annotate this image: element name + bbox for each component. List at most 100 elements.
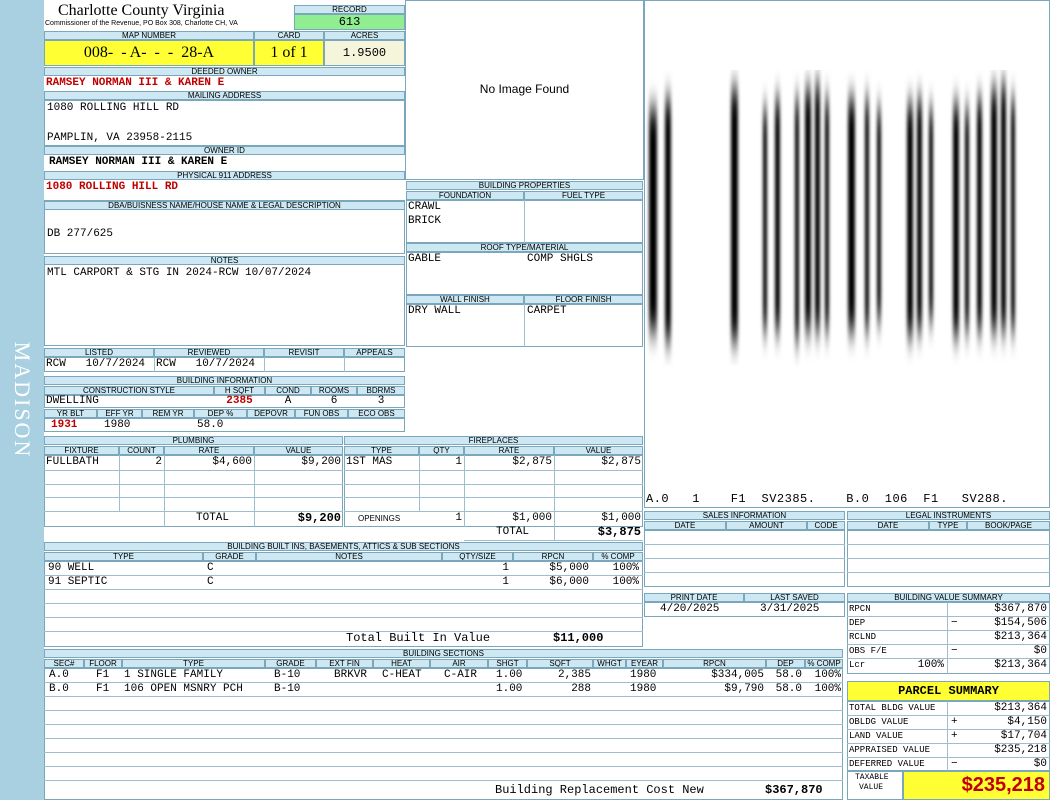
built-in-total: $11,000	[553, 631, 604, 645]
dba-header: DBA/BUISNESS NAME/HOUSE NAME & LEGAL DES…	[44, 201, 405, 210]
roof-material: COMP SHGLS	[527, 253, 594, 265]
section-heat: C-HEAT	[382, 669, 422, 681]
section-comp: 100%	[814, 669, 841, 681]
bvs-obs: $0	[1033, 645, 1047, 657]
parcel-summary-header: PARCEL SUMMARY	[847, 681, 1050, 701]
section-grade: B-10	[274, 669, 301, 681]
taxable-label-2: VALUE	[859, 783, 884, 792]
section-air: C-AIR	[444, 669, 478, 681]
dep-header: DEP %	[194, 409, 247, 418]
effective-year: 1980	[104, 419, 131, 431]
fuel-type-header: FUEL TYPE	[524, 191, 643, 200]
builtin-grade: C	[207, 562, 214, 574]
bvs-lcr-percent: 100%	[917, 659, 944, 671]
section-dep: 58.0	[775, 683, 802, 695]
listed-value: RCW 10/7/2024	[46, 358, 146, 370]
year-row	[44, 418, 405, 432]
mailing-line-1: 1080 ROLLING HILL RD	[47, 102, 180, 114]
legal-book-header: BOOK/PAGE	[967, 521, 1050, 530]
fp-value-header: VALUE	[554, 446, 643, 455]
sales-date-header: DATE	[644, 521, 726, 530]
yrblt-header: YR BLT	[44, 409, 97, 418]
depovr-header: DEPOVR	[247, 409, 295, 418]
section-shgt: 1.00	[496, 683, 523, 695]
deferred-value: $0	[1033, 758, 1047, 770]
deferred-label: DEFERRED VALUE	[849, 759, 925, 769]
reviewed-header: REVIEWED	[154, 348, 264, 357]
sales-code-header: CODE	[807, 521, 845, 530]
plumb-value-header: VALUE	[254, 446, 343, 455]
sales-amount-header: AMOUNT	[726, 521, 807, 530]
remyr-header: REM YR	[142, 409, 194, 418]
acres-header: ACRES	[324, 31, 405, 40]
section-shgt: 1.00	[496, 669, 523, 681]
fixture-header: FIXTURE	[44, 446, 119, 455]
section-rpcn: $334,005	[711, 669, 764, 681]
plumbing-total: $9,200	[297, 511, 341, 525]
whgt-col-header: WHGT	[593, 659, 626, 668]
mailing-address-header: MAILING ADDRESS	[44, 91, 405, 100]
appeals-header: APPEALS	[344, 348, 405, 357]
builtin-type: 90 WELL	[48, 562, 95, 574]
fp-type-header: TYPE	[344, 446, 419, 455]
bi-type-header: TYPE	[44, 552, 203, 561]
fp-qty-header: QTY	[419, 446, 464, 455]
card-header: CARD	[254, 31, 324, 40]
reviewed-value: RCW 10/7/2024	[156, 358, 256, 370]
building-info-header: BUILDING INFORMATION	[44, 376, 405, 385]
obldg-value: $4,150	[1007, 716, 1047, 728]
legal-date-header: DATE	[847, 521, 929, 530]
deeded-owner: RAMSEY NORMAN III & KAREN E	[46, 77, 225, 89]
bvs-header: BUILDING VALUE SUMMARY	[847, 593, 1050, 602]
commissioner-address: Commissioner of the Revenue, PO Box 308,…	[45, 20, 238, 27]
ecoobs-header: ECO OBS	[348, 409, 405, 418]
plumbing-header: PLUMBING	[44, 436, 343, 445]
construction-style-header: CONSTRUCTION STYLE	[44, 386, 214, 395]
rpcn-col-header: RPCN	[663, 659, 766, 668]
replacement-cost-label: Building Replacement Cost New	[495, 783, 704, 797]
type-col-header: TYPE	[122, 659, 265, 668]
bi-notes-header: NOTES	[256, 552, 442, 561]
openings-qty: 1	[455, 512, 462, 524]
builtin-rpcn: $5,000	[549, 562, 589, 574]
built-in-total-label: Total Built In Value	[346, 631, 491, 645]
air-col-header: AIR	[430, 659, 488, 668]
fireplace-total: $3,875	[597, 525, 641, 539]
builtin-rpcn: $6,000	[549, 576, 589, 588]
eyear-col-header: EYEAR	[626, 659, 663, 668]
obldg-label: OBLDG VALUE	[849, 717, 909, 727]
foundation-1: CRAWL	[408, 201, 442, 213]
notes-header: NOTES	[44, 256, 405, 265]
section-type: 1 SINGLE FAMILY	[124, 669, 224, 681]
wall-finish-header: WALL FINISH	[406, 295, 524, 304]
roof-header: ROOF TYPE/MATERIAL	[406, 243, 643, 252]
sqft-col-header: SQFT	[527, 659, 593, 668]
owner-id-header: OWNER ID	[44, 146, 405, 155]
physical-address-header: PHYSICAL 911 ADDRESS	[44, 171, 405, 180]
heat-col-header: HEAT	[373, 659, 430, 668]
sketch-caption: A.0 1 F1 SV2385. B.0 106 F1 SV288.	[646, 492, 1008, 506]
plumbing-count: 2	[155, 456, 162, 468]
bvs-rclnd-label: RCLND	[849, 632, 877, 642]
bi-rpcn-header: RPCN	[513, 552, 593, 561]
map-number: 008- - A- - - 28-A	[44, 40, 254, 66]
plumb-rate-header: RATE	[164, 446, 254, 455]
section-id: A.0	[49, 669, 69, 681]
acres-value: 1.9500	[324, 40, 405, 66]
section-floor: F1	[96, 669, 110, 681]
taxable-value: $235,218	[903, 771, 1050, 800]
deeded-owner-header: DEEDED OWNER	[44, 67, 405, 76]
section-type: 106 OPEN MSNRY PCH	[124, 683, 243, 695]
bvs-lcr: $213,364	[994, 659, 1047, 671]
bedrooms: 3	[377, 395, 385, 407]
building-properties-header: BUILDING PROPERTIES	[406, 181, 643, 190]
taxable-label-1: TAXABLE	[855, 773, 889, 782]
last-saved-header: LAST SAVED	[744, 593, 845, 602]
sketch-drawing	[649, 85, 1015, 340]
shgt-col-header: SHGT	[488, 659, 527, 668]
dep-col-header: DEP	[766, 659, 805, 668]
record-header: RECORD	[294, 5, 405, 14]
bvs-obs-label: OBS F/E	[849, 646, 887, 656]
district-label: MADISON	[10, 341, 35, 459]
builtin-qty: 1	[502, 576, 509, 588]
